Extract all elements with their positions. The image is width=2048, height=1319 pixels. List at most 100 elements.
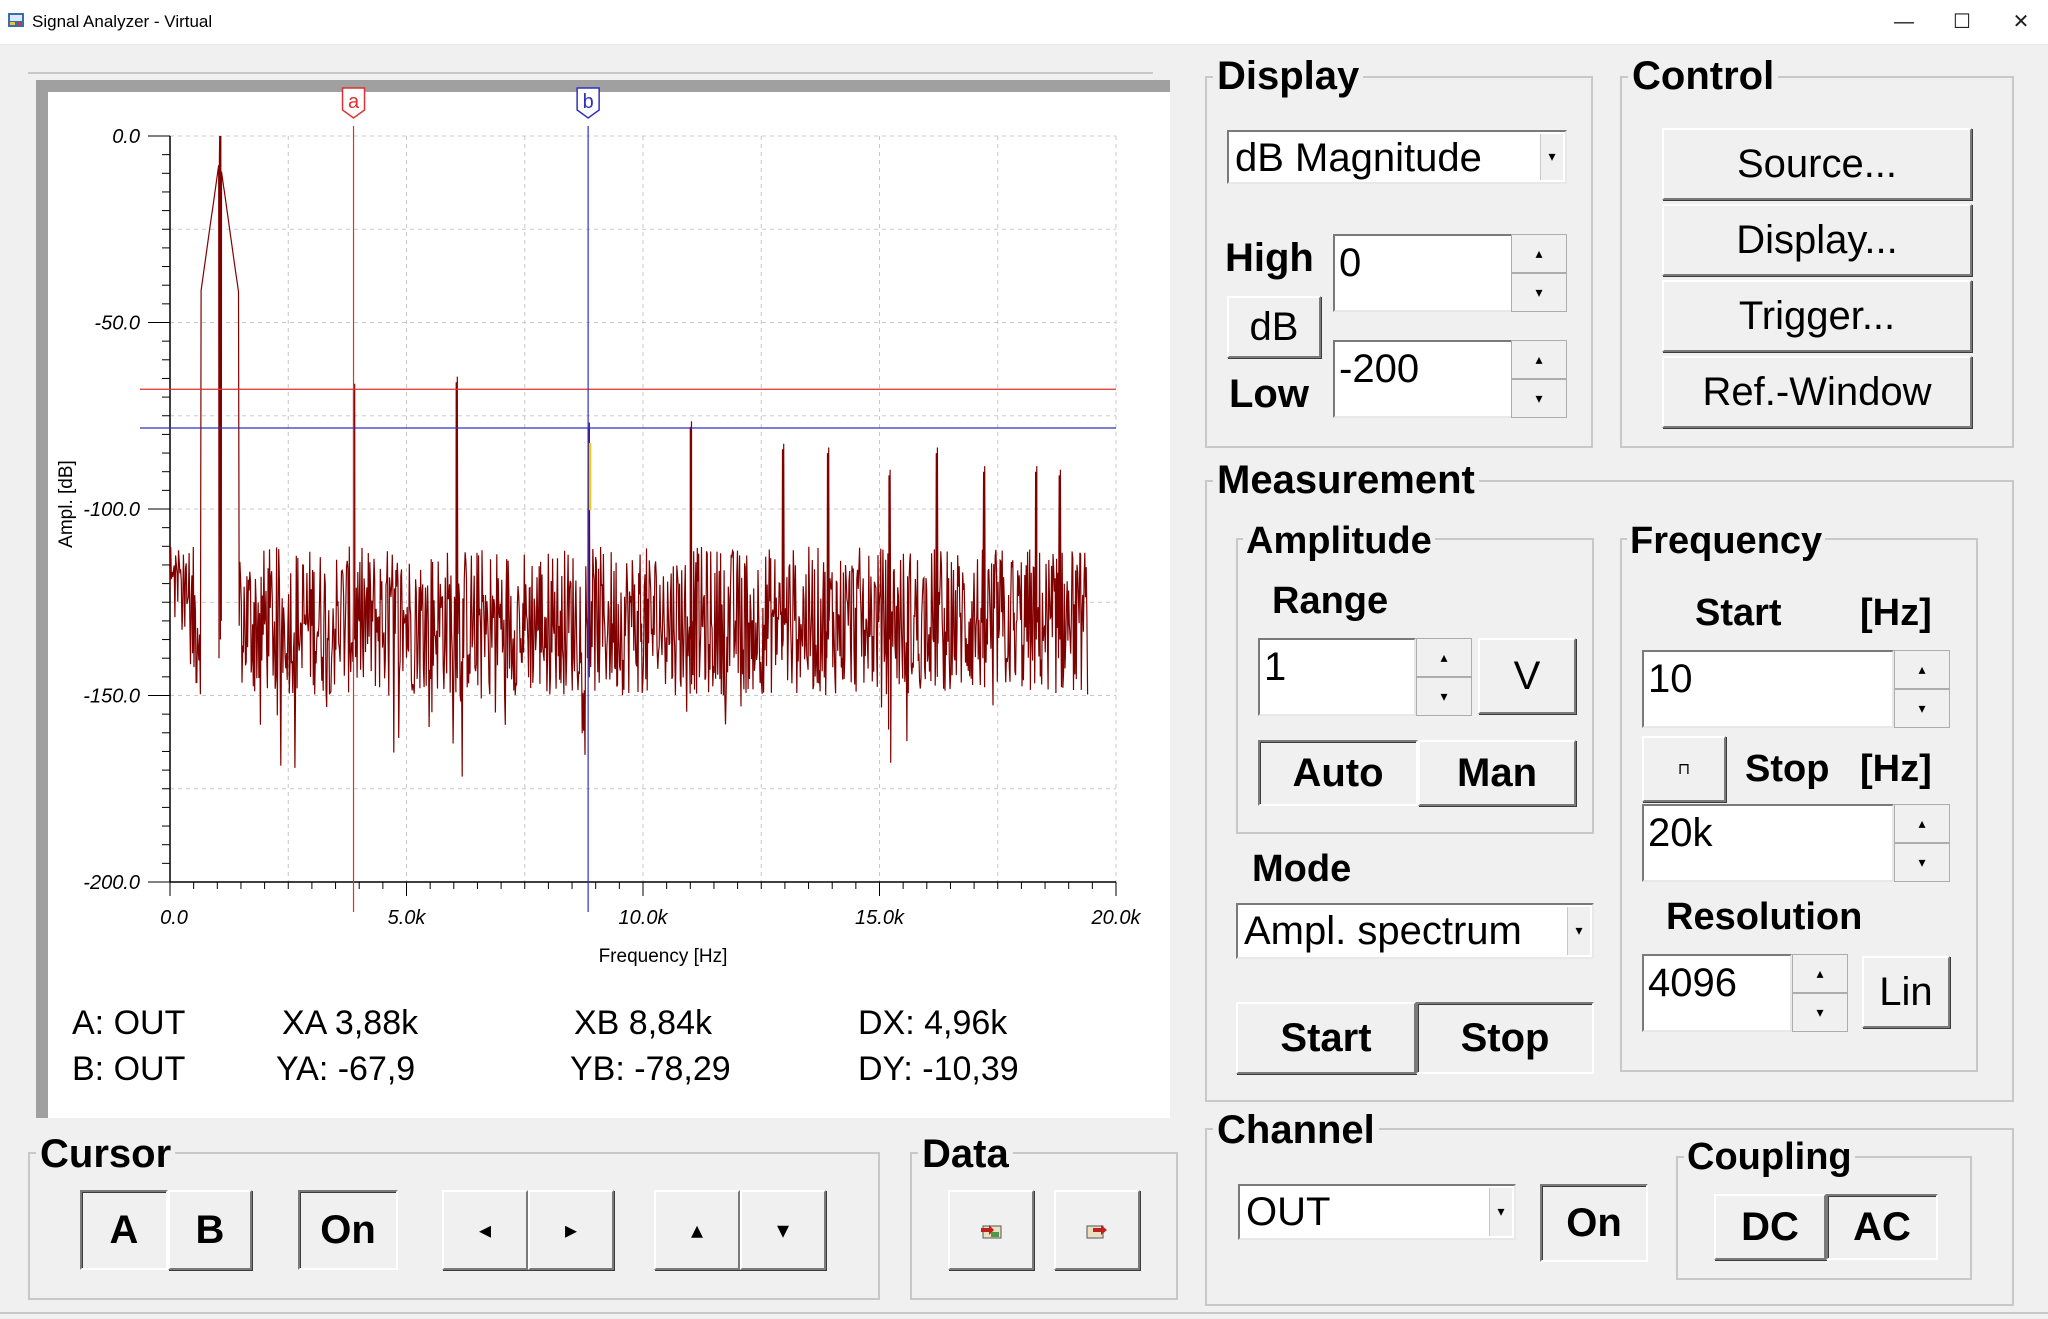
x-tick-label: 0.0 xyxy=(160,907,188,929)
spin-down-icon[interactable]: ▾ xyxy=(1416,677,1472,716)
link-icon[interactable]: ⊓ xyxy=(1642,736,1726,802)
freq-start-spinner[interactable]: ▴ ▾ xyxy=(1894,650,1950,728)
high-spinner[interactable]: ▴ ▾ xyxy=(1511,234,1567,312)
frequency-group-label: Frequency xyxy=(1627,522,1826,560)
range-spinner[interactable]: ▴ ▾ xyxy=(1416,638,1472,716)
lin-scale-button[interactable]: Lin xyxy=(1862,956,1950,1028)
cursor-b-flag-label: b xyxy=(583,91,594,113)
x-tick-label: 15.0k xyxy=(855,907,905,929)
close-button[interactable]: ✕ xyxy=(2001,6,2041,38)
spectrum-trace xyxy=(169,135,1089,777)
freq-stop-label: Stop xyxy=(1745,748,1830,790)
readout-yb: YB: -78,29 xyxy=(570,1050,731,1088)
spin-up-icon[interactable]: ▴ xyxy=(1511,234,1567,273)
y-tick-label: -200.0 xyxy=(83,872,140,894)
readout-ya: YA: -67,9 xyxy=(276,1050,416,1088)
mode-label: Mode xyxy=(1252,848,1352,890)
title-bar: Signal Analyzer - Virtual — ☐ ✕ xyxy=(0,0,2048,45)
man-button[interactable]: Man xyxy=(1418,740,1576,806)
arrow-right-icon[interactable]: ▸ xyxy=(528,1190,614,1270)
dc-coupling-button[interactable]: DC xyxy=(1714,1194,1826,1260)
spin-down-icon[interactable]: ▾ xyxy=(1511,379,1567,418)
auto-button[interactable]: Auto xyxy=(1258,740,1418,806)
maximize-button[interactable]: ☐ xyxy=(1942,6,1982,38)
ac-coupling-button[interactable]: AC xyxy=(1826,1194,1938,1260)
channel-on-button[interactable]: On xyxy=(1540,1184,1648,1262)
spin-up-icon[interactable]: ▴ xyxy=(1511,340,1567,379)
stop-button[interactable]: Stop xyxy=(1416,1002,1594,1074)
control-group-label: Control xyxy=(1628,56,1779,96)
y-axis-label: Ampl. [dB] xyxy=(56,460,77,548)
cursor-group-label: Cursor xyxy=(36,1134,176,1174)
readout-xa: XA 3,88k xyxy=(282,1004,419,1042)
freq-start-label: Start xyxy=(1695,592,1782,634)
source-button[interactable]: Source... xyxy=(1662,128,1972,200)
display-mode-select[interactable]: dB Magnitude ▾ xyxy=(1227,130,1567,184)
arrow-up-icon[interactable]: ▴ xyxy=(654,1190,740,1270)
spectrum-line xyxy=(169,135,1089,777)
resolution-label: Resolution xyxy=(1666,896,1863,938)
x-axis-label: Frequency [Hz] xyxy=(599,946,728,967)
mode-select[interactable]: Ampl. spectrum ▾ xyxy=(1236,903,1594,959)
app-icon xyxy=(8,13,24,27)
window-title: Signal Analyzer - Virtual xyxy=(32,12,213,31)
cursor-on-button[interactable]: On xyxy=(298,1190,398,1270)
spin-up-icon[interactable]: ▴ xyxy=(1894,804,1950,843)
range-input[interactable]: 1 xyxy=(1258,638,1416,716)
low-label: Low xyxy=(1229,372,1309,416)
readout-dx: DX: 4,96k xyxy=(858,1004,1008,1042)
y-tick-label: -50.0 xyxy=(94,313,140,335)
high-input[interactable]: 0 xyxy=(1333,234,1513,312)
channel-select[interactable]: OUT ▾ xyxy=(1238,1184,1516,1240)
resolution-spinner[interactable]: ▴ ▾ xyxy=(1792,954,1848,1032)
low-input[interactable]: -200 xyxy=(1333,340,1513,418)
spin-down-icon[interactable]: ▾ xyxy=(1792,993,1848,1032)
readout-b-channel: B: OUT xyxy=(72,1050,186,1088)
cursor-a-flag-label: a xyxy=(348,91,360,113)
readout-xb: XB 8,84k xyxy=(574,1004,712,1042)
x-tick-label: 10.0k xyxy=(619,907,669,929)
spin-down-icon[interactable]: ▾ xyxy=(1511,273,1567,312)
dropdown-arrow-icon: ▾ xyxy=(1540,134,1563,180)
bottom-border xyxy=(0,1312,2048,1314)
separator xyxy=(28,72,1153,74)
y-tick-label: -150.0 xyxy=(83,686,140,708)
spectrum-chart[interactable]: 0.0 5.0k 10.0k 15.0k 20.0k 0.0 -50.0 -100.0 -150… xyxy=(36,80,1170,1118)
db-unit-button[interactable]: dB xyxy=(1227,296,1321,358)
low-spinner[interactable]: ▴ ▾ xyxy=(1511,340,1567,418)
dropdown-arrow-icon: ▾ xyxy=(1489,1188,1512,1236)
export-data-icon[interactable] xyxy=(1054,1190,1140,1270)
spin-down-icon[interactable]: ▾ xyxy=(1894,843,1950,882)
trigger-button[interactable]: Trigger... xyxy=(1662,280,1972,352)
readout-dy: DY: -10,39 xyxy=(858,1050,1019,1088)
import-data-icon[interactable] xyxy=(948,1190,1034,1270)
display-group-label: Display xyxy=(1213,56,1364,96)
chart-grid xyxy=(169,135,1117,883)
display-mode-value: dB Magnitude xyxy=(1235,136,1482,180)
y-tick-label: -100.0 xyxy=(83,499,140,521)
x-tick-label: 5.0k xyxy=(388,907,427,929)
spin-up-icon[interactable]: ▴ xyxy=(1792,954,1848,993)
spin-up-icon[interactable]: ▴ xyxy=(1416,638,1472,677)
range-unit-button[interactable]: V xyxy=(1478,638,1576,714)
freq-start-input[interactable]: 10 xyxy=(1642,650,1894,728)
resolution-input[interactable]: 4096 xyxy=(1642,954,1792,1032)
display-settings-button[interactable]: Display... xyxy=(1662,204,1972,276)
measurement-group-label: Measurement xyxy=(1213,460,1479,500)
cursor-a-button[interactable]: A xyxy=(80,1190,168,1270)
freq-start-unit: [Hz] xyxy=(1860,592,1932,634)
arrow-left-icon[interactable]: ◂ xyxy=(442,1190,528,1270)
freq-stop-input[interactable]: 20k xyxy=(1642,804,1894,882)
channel-value: OUT xyxy=(1246,1190,1331,1234)
freq-stop-unit: [Hz] xyxy=(1860,748,1932,790)
freq-stop-spinner[interactable]: ▴ ▾ xyxy=(1894,804,1950,882)
spin-down-icon[interactable]: ▾ xyxy=(1894,689,1950,728)
readout-a-channel: A: OUT xyxy=(72,1004,186,1042)
coupling-group-label: Coupling xyxy=(1684,1138,1855,1176)
cursor-b-button[interactable]: B xyxy=(168,1190,252,1270)
ref-window-button[interactable]: Ref.-Window xyxy=(1662,356,1972,428)
spin-up-icon[interactable]: ▴ xyxy=(1894,650,1950,689)
minimize-button[interactable]: — xyxy=(1884,6,1924,38)
arrow-down-icon[interactable]: ▾ xyxy=(740,1190,826,1270)
start-button[interactable]: Start xyxy=(1236,1002,1416,1074)
